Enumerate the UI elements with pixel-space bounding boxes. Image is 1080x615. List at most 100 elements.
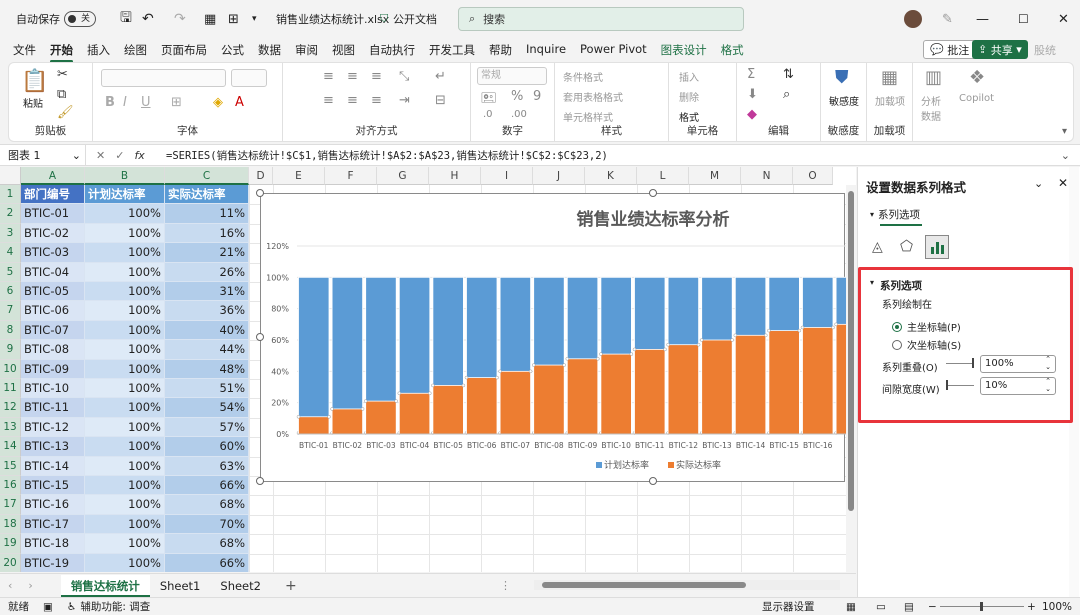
border-icon[interactable]: ⊞ [171,95,182,110]
formula-input[interactable]: =SERIES(销售达标统计!$C$1,销售达标统计!$A$2:$A$23,销售… [166,148,608,163]
table-cell[interactable]: BTIC-14 [21,456,85,476]
font-size-select[interactable] [231,69,267,87]
table-header-cell[interactable]: 计划达标率 [85,185,165,205]
menu-item[interactable]: 绘图 [117,42,154,58]
cell-styles[interactable]: 单元格样式 [563,109,613,124]
paste-label[interactable]: 粘贴 [23,95,43,110]
sensitivity-icon[interactable]: ⛊ [835,67,849,88]
comment-button[interactable]: 💬 批注 [923,40,977,59]
cut-icon[interactable]: ✂ [57,67,68,82]
addins-label[interactable]: 加载项 [875,93,905,108]
row-header[interactable]: 11 [0,379,21,399]
table-cell[interactable]: 51% [165,379,249,399]
copilot-icon[interactable]: ❖ [969,67,985,88]
column-header[interactable]: C [165,167,249,185]
menu-item[interactable]: 图表设计 [654,42,714,58]
vertical-scrollbar[interactable] [846,185,856,572]
table-cell[interactable]: 100% [85,553,165,572]
sheet-grid[interactable]: ABCDEFGHIJKLMNO 1 2 3 4 5 6 7 8 9 10 11 12 13 14 15 16 1… [0,167,856,572]
format-cells[interactable]: 格式 [679,109,699,124]
row-header[interactable]: 3 [0,223,21,244]
resize-handle[interactable] [256,477,264,485]
underline-icon[interactable]: U [141,95,151,110]
expand-formula-icon[interactable]: ⌄ [1061,149,1070,162]
macro-icon[interactable]: ▣ [29,601,53,613]
hscroll-thumb[interactable] [542,582,746,588]
row-header[interactable]: 10 [0,359,21,379]
search-box[interactable]: ⌕ 搜索 [458,7,744,31]
font-color-icon[interactable]: A [235,95,244,110]
menu-item[interactable]: 文件 [6,42,43,58]
table-cell[interactable]: BTIC-17 [21,514,85,535]
minimize-icon[interactable]: — [976,12,989,27]
copilot-label[interactable]: Copilot [959,93,994,104]
menu-item[interactable]: Power Pivot [573,42,654,58]
effects-icon[interactable]: ⬠ [900,237,913,255]
copy-icon[interactable]: ⧉ [57,87,66,102]
table-cell[interactable]: 54% [165,398,249,418]
table-cell[interactable]: BTIC-15 [21,476,85,496]
clear-icon[interactable]: ◆ [747,107,757,122]
table-cell[interactable]: 100% [85,534,165,554]
table-cell[interactable]: 36% [165,301,249,321]
table-cell[interactable]: BTIC-11 [21,398,85,418]
doc-status[interactable]: 公开文档 [393,11,437,27]
pen-icon[interactable]: ✎ [942,12,953,27]
table-header-cell[interactable]: 实际达标率 [165,185,249,205]
align-center-icon[interactable]: ≡ [347,93,358,108]
close-pane-icon[interactable]: ✕ [1058,176,1068,190]
table-cell[interactable]: 11% [165,204,249,224]
resize-handle[interactable] [649,189,657,197]
analyze-icon[interactable]: ▥ [925,67,942,88]
find-icon[interactable]: ⌕ [783,87,790,102]
disabled-button[interactable]: 股统 [1030,40,1060,59]
table-cell[interactable]: 100% [85,456,165,476]
zoom-level[interactable]: 100% [1042,601,1072,613]
series-options-icon[interactable] [925,235,949,259]
table-cell[interactable]: 44% [165,340,249,360]
align-bottom-icon[interactable]: ≡ [371,69,382,84]
table-cell[interactable]: BTIC-06 [21,301,85,321]
table-cell[interactable]: BTIC-08 [21,340,85,360]
page-break-icon[interactable]: ▤ [904,601,914,613]
resize-handle[interactable] [256,333,264,341]
table-icon[interactable]: ▦ [204,12,216,27]
normal-view-icon[interactable]: ▦ [846,601,856,613]
insert-cells[interactable]: 插入 [679,69,699,84]
table-cell[interactable]: 100% [85,282,165,302]
table-cell[interactable]: 100% [85,476,165,496]
column-header[interactable]: B [85,167,165,185]
column-header[interactable]: H [429,167,481,185]
row-header[interactable]: 12 [0,398,21,418]
table-cell[interactable]: 100% [85,417,165,438]
chart-area[interactable]: 销售业绩达标率分析 0% 20% 40% 60% 80% 100% 120% BTIC-01 BT… [260,193,856,482]
paste-icon[interactable]: 📋 [21,69,48,94]
column-header[interactable]: E [273,167,325,185]
align-right-icon[interactable]: ≡ [371,93,382,108]
close-icon[interactable]: ✕ [1058,12,1069,27]
conditional-format[interactable]: 条件格式 [563,69,603,84]
table-header-cell[interactable]: 部门编号 [21,185,85,205]
table-cell[interactable]: 100% [85,223,165,244]
sheet-tab[interactable]: Sheet1 [150,575,211,597]
table-cell[interactable]: 66% [165,476,249,496]
table-cell[interactable]: BTIC-02 [21,223,85,244]
table-cell[interactable]: 100% [85,301,165,321]
table-cell[interactable]: 57% [165,417,249,438]
table-cell[interactable]: 100% [85,262,165,282]
table-cell[interactable]: BTIC-10 [21,379,85,399]
row-header[interactable]: 4 [0,243,21,263]
share-button[interactable]: ⇪ 共享 ▾ [972,40,1028,59]
italic-icon[interactable]: I [123,95,127,110]
menu-item[interactable]: 开发工具 [422,42,482,58]
autosave-toggle[interactable]: 关 [64,11,96,27]
table-cell[interactable]: BTIC-19 [21,553,85,572]
align-left-icon[interactable]: ≡ [323,93,334,108]
accessibility-status[interactable]: 辅助功能: 调查 [76,599,150,614]
row-header[interactable]: 19 [0,534,21,554]
row-header[interactable]: 2 [0,204,21,224]
column-header[interactable]: M [689,167,741,185]
series-options-tab[interactable]: ▾ 系列选项 [870,207,920,222]
table-cell[interactable]: 100% [85,204,165,224]
addins-icon[interactable]: ▦ [881,67,898,88]
